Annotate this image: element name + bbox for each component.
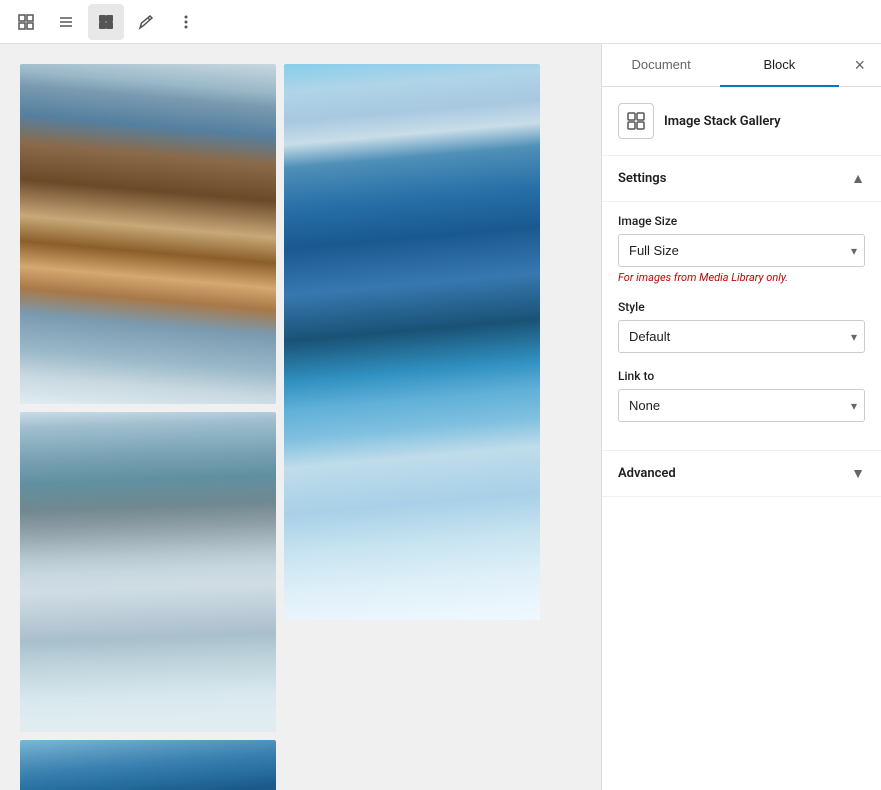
link-to-select[interactable]: None Media File Attachment Page Custom U…	[618, 389, 865, 422]
settings-content: Image Size Full Size Large Medium Thumbn…	[602, 202, 881, 450]
sidebar-tabs: Document Block ×	[602, 44, 881, 87]
image-size-note: For images from Media Library only.	[618, 271, 865, 284]
block-title: Image Stack Gallery	[664, 114, 781, 129]
gallery-image-1[interactable]	[20, 64, 276, 404]
gallery-image-4[interactable]	[20, 740, 276, 790]
gallery-image-2[interactable]	[284, 64, 540, 732]
list-view-button[interactable]	[48, 4, 84, 40]
settings-section-header[interactable]: Settings ▲	[602, 156, 881, 202]
sidebar: Document Block × Image Stack Gallery Set…	[601, 44, 881, 790]
advanced-section: Advanced ▼	[602, 450, 881, 497]
block-icon	[618, 103, 654, 139]
image-size-field: Image Size Full Size Large Medium Thumbn…	[618, 214, 865, 284]
style-field: Style Default Rounded Square ▾	[618, 300, 865, 353]
advanced-section-header[interactable]: Advanced ▼	[602, 451, 881, 497]
style-select[interactable]: Default Rounded Square	[618, 320, 865, 353]
gallery-image-3[interactable]	[20, 412, 276, 732]
advanced-label: Advanced	[618, 466, 676, 481]
grid-view-button[interactable]	[8, 4, 44, 40]
image-size-select[interactable]: Full Size Large Medium Thumbnail	[618, 234, 865, 267]
image-size-label: Image Size	[618, 214, 865, 228]
gallery-grid	[20, 64, 540, 790]
close-button[interactable]: ×	[839, 44, 881, 86]
style-label: Style	[618, 300, 865, 314]
main-layout: Document Block × Image Stack Gallery Set…	[0, 44, 881, 790]
settings-label: Settings	[618, 171, 666, 186]
more-options-button[interactable]	[168, 4, 204, 40]
toolbar	[0, 0, 881, 44]
link-to-field: Link to None Media File Attachment Page …	[618, 369, 865, 422]
advanced-chevron-icon: ▼	[851, 465, 865, 482]
block-tab[interactable]: Block	[720, 44, 838, 87]
settings-chevron-icon: ▲	[851, 170, 865, 187]
link-to-select-wrapper: None Media File Attachment Page Custom U…	[618, 389, 865, 422]
image-size-select-wrapper: Full Size Large Medium Thumbnail ▾	[618, 234, 865, 267]
block-header: Image Stack Gallery	[602, 87, 881, 156]
canvas-area[interactable]	[0, 44, 601, 790]
document-tab[interactable]: Document	[602, 44, 720, 87]
style-select-wrapper: Default Rounded Square ▾	[618, 320, 865, 353]
block-view-button[interactable]	[88, 4, 124, 40]
link-to-label: Link to	[618, 369, 865, 383]
draw-button[interactable]	[128, 4, 164, 40]
